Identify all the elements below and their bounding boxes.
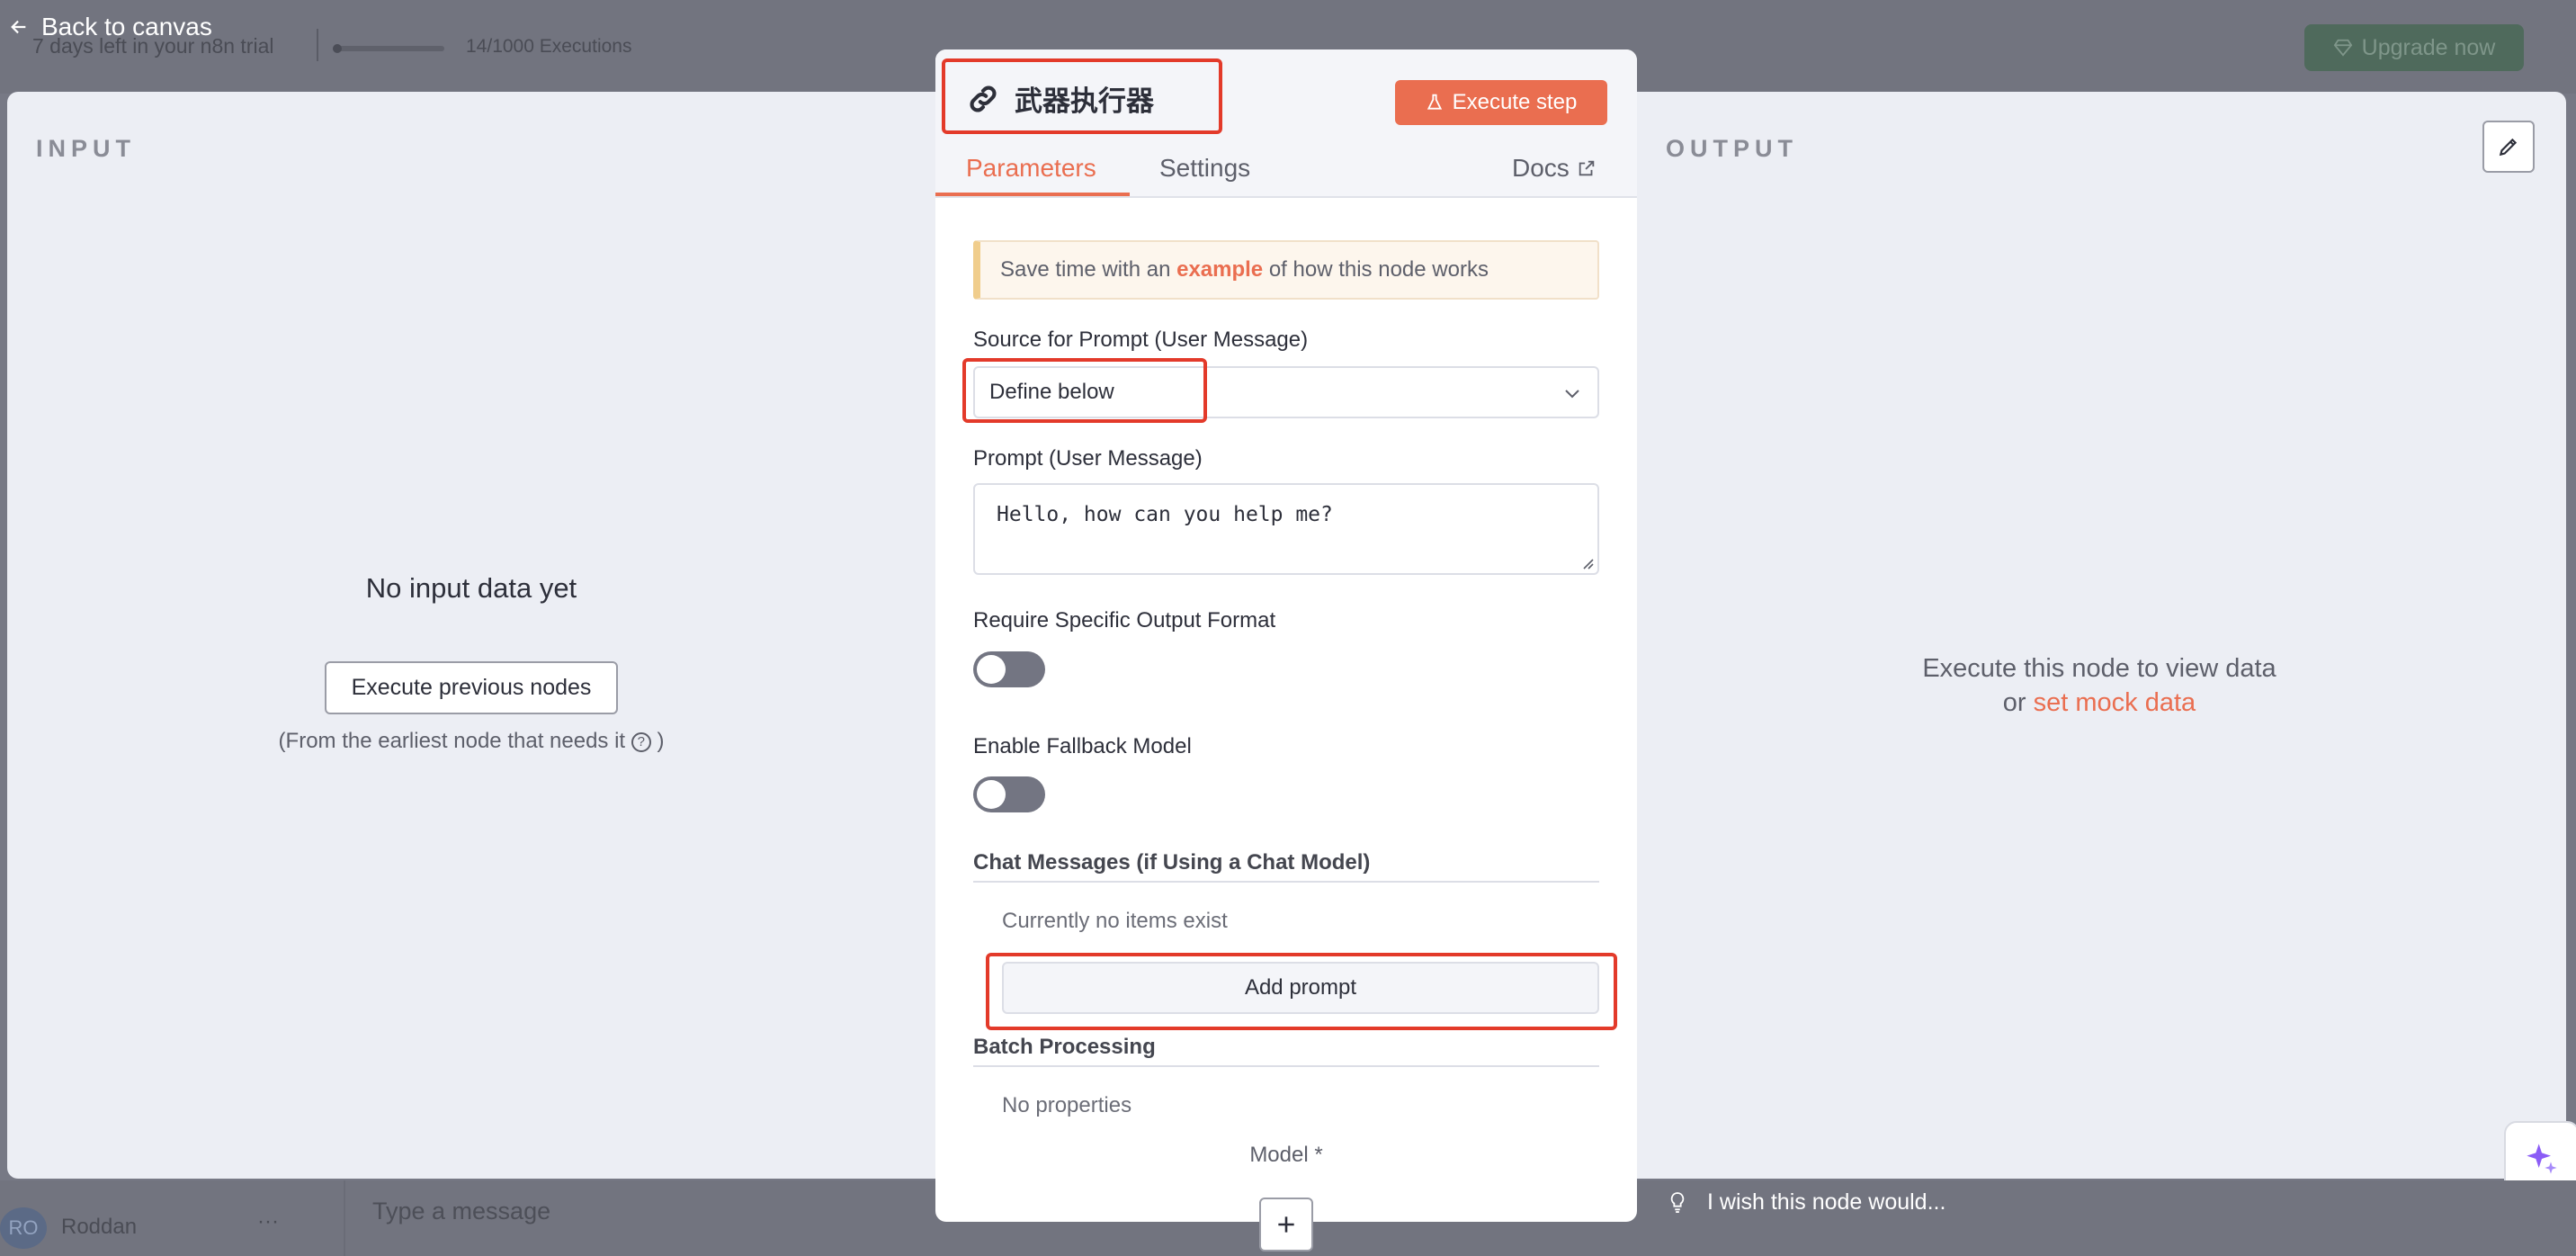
gem-icon — [2333, 39, 2352, 57]
input-pane-title: INPUT — [36, 135, 136, 162]
avatar: RO — [0, 1207, 47, 1249]
docs-label: Docs — [1512, 154, 1570, 182]
require-format-toggle[interactable] — [973, 651, 1045, 687]
output-empty-state: Execute this node to view data or set mo… — [1632, 651, 2566, 720]
earliest-node-hint-close: ) — [657, 729, 665, 753]
highlight-source-select — [962, 358, 1207, 423]
edit-output-button[interactable] — [2482, 121, 2535, 173]
active-tab-underline — [935, 193, 1130, 196]
no-items-text: Currently no items exist — [1002, 909, 1228, 933]
plus-icon — [1278, 1216, 1294, 1233]
set-mock-data-link[interactable]: set mock data — [2034, 688, 2196, 717]
execute-previous-nodes-button[interactable]: Execute previous nodes — [325, 661, 618, 714]
no-input-title: No input data yet — [365, 572, 577, 604]
execute-node-hint: Execute this node to view data — [1922, 654, 2276, 683]
resize-grip-icon[interactable] — [1581, 557, 1594, 570]
chat-messages-title: Chat Messages (if Using a Chat Model) — [973, 850, 1371, 875]
model-label: Model * — [1249, 1143, 1323, 1167]
highlight-add-prompt — [986, 953, 1617, 1030]
external-link-icon — [1579, 160, 1595, 176]
upgrade-label: Upgrade now — [2361, 34, 2496, 60]
prompt-value: Hello, how can you help me? — [997, 503, 1333, 526]
output-pane-title: OUTPUT — [1666, 135, 1798, 162]
output-pane — [1632, 92, 2566, 1179]
message-input-placeholder: Type a message — [372, 1198, 551, 1225]
source-for-prompt-label: Source for Prompt (User Message) — [973, 327, 1309, 352]
add-sub-node-button[interactable] — [1259, 1198, 1313, 1252]
execute-step-button[interactable]: Execute step — [1395, 80, 1607, 125]
earliest-node-hint: (From the earliest node that needs it ? … — [0, 729, 943, 754]
prompt-label: Prompt (User Message) — [973, 446, 1203, 471]
highlight-node-title — [942, 58, 1222, 134]
batch-processing-divider — [973, 1065, 1599, 1067]
tab-settings[interactable]: Settings — [1159, 154, 1250, 183]
hint-prefix: Save time with an — [1000, 257, 1171, 282]
trial-progress-bar — [333, 44, 444, 53]
feedback-link[interactable]: I wish this node would... — [1668, 1189, 1945, 1216]
fallback-model-toggle[interactable] — [973, 776, 1045, 812]
batch-processing-title: Batch Processing — [973, 1035, 1156, 1059]
toggle-knob — [977, 655, 1006, 684]
back-to-canvas-link[interactable]: Back to canvas — [9, 13, 212, 41]
or-text: or — [2002, 688, 2026, 717]
pencil-icon — [2499, 138, 2518, 157]
sparkle-icon — [2527, 1144, 2557, 1174]
help-icon[interactable]: ? — [631, 732, 651, 752]
tab-parameters[interactable]: Parameters — [966, 154, 1096, 183]
arrow-left-icon — [11, 20, 26, 34]
executions-count: 14/1000 Executions — [466, 36, 632, 57]
user-name: Roddan — [61, 1215, 138, 1239]
trial-separator — [317, 29, 318, 61]
chat-messages-divider — [973, 881, 1599, 883]
flask-icon — [1427, 94, 1442, 110]
chevron-down-icon — [1565, 390, 1579, 399]
input-pane — [7, 92, 945, 1179]
trial-progress-fill — [333, 44, 342, 53]
back-to-canvas-label: Back to canvas — [41, 13, 212, 40]
earliest-node-hint-text: (From the earliest node that needs it — [278, 729, 626, 753]
feedback-label: I wish this node would... — [1707, 1189, 1946, 1215]
toggle-knob — [977, 780, 1006, 809]
prompt-textarea[interactable]: Hello, how can you help me? — [973, 483, 1599, 575]
fallback-model-label: Enable Fallback Model — [973, 734, 1192, 758]
docs-link[interactable]: Docs — [1512, 154, 1597, 183]
execute-step-label: Execute step — [1452, 90, 1578, 114]
lightbulb-icon — [1670, 1191, 1685, 1213]
no-properties-text: No properties — [1002, 1093, 1132, 1117]
user-menu-button[interactable]: ··· — [257, 1209, 279, 1234]
hint-suffix: of how this node works — [1268, 257, 1489, 282]
example-hint: Save time with an example of how this no… — [973, 240, 1599, 300]
upgrade-button[interactable]: Upgrade now — [2304, 24, 2524, 71]
background-divider — [344, 1180, 345, 1256]
require-format-label: Require Specific Output Format — [973, 608, 1276, 632]
node-settings-panel: 武器执行器 Execute step Parameters Settings D… — [935, 49, 1637, 1222]
example-link[interactable]: example — [1176, 257, 1263, 283]
